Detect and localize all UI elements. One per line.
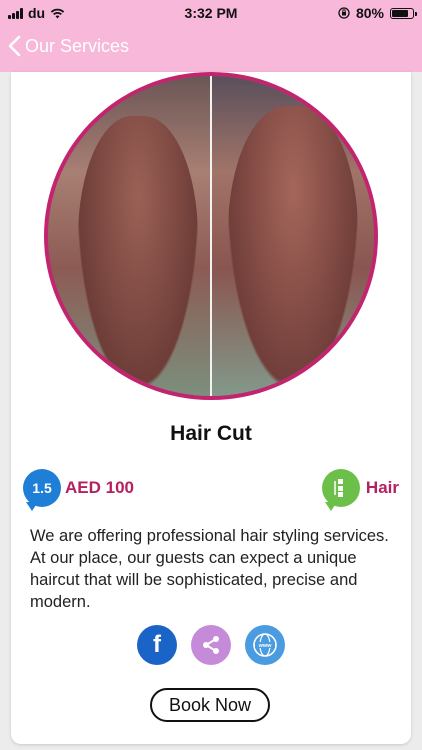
battery-percent: 80%	[355, 5, 384, 21]
category-icon	[321, 469, 360, 511]
service-description: We are offering professional hair stylin…	[30, 527, 389, 611]
price-row: 1.5 AED 100	[23, 469, 134, 511]
share-icon[interactable]	[191, 625, 231, 665]
status-bar: du 3:32 PM 80%	[0, 0, 422, 26]
svg-text:www: www	[258, 643, 273, 649]
battery-icon	[390, 7, 417, 19]
facebook-icon[interactable]: f	[137, 625, 177, 665]
service-photo	[44, 72, 378, 400]
service-card: Hair Cut 1.5 AED 100 Hair We are offerin…	[11, 72, 411, 744]
category-row: Hair	[321, 469, 399, 511]
book-now-button[interactable]: Book Now	[150, 688, 270, 722]
back-button[interactable]: Our Services	[8, 35, 129, 57]
service-category: Hair	[365, 478, 399, 497]
service-title: Hair Cut	[170, 422, 252, 445]
price-tag-icon: 1.5	[23, 469, 61, 511]
chevron-left-icon	[8, 35, 21, 57]
share-row: f www	[11, 625, 411, 665]
www-icon[interactable]: www	[245, 625, 285, 665]
nav-title: Our Services	[25, 35, 130, 56]
orientation-lock-icon	[338, 7, 350, 19]
nav-bar: Our Services	[0, 26, 422, 72]
service-price: AED 100	[65, 478, 134, 497]
